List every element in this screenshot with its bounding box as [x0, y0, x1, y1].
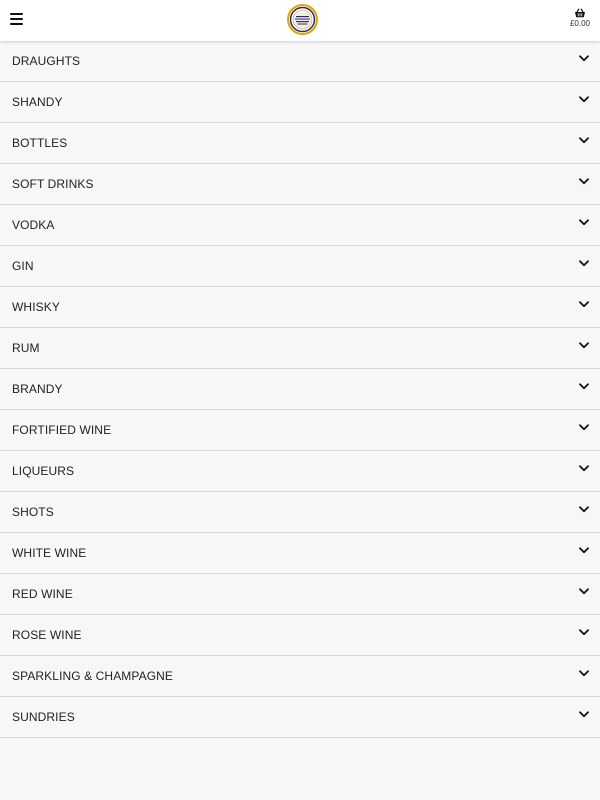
category-label: VODKA [12, 218, 55, 232]
category-label: SHOTS [12, 505, 54, 519]
category-label: RED WINE [12, 587, 73, 601]
category-label: SHANDY [12, 95, 63, 109]
chevron-down-icon [579, 96, 589, 103]
chevron-down-icon [579, 588, 589, 595]
category-label: BRANDY [12, 382, 63, 396]
category-label: LIQUEURS [12, 464, 75, 478]
chevron-down-icon [579, 301, 589, 308]
chevron-down-icon [579, 219, 589, 226]
basket-total: £0.00 [569, 19, 591, 28]
category-label: RUM [12, 341, 40, 355]
category-accordion-item[interactable]: SOFT DRINKS [0, 164, 600, 205]
category-accordion-item[interactable]: WHITE WINE [0, 533, 600, 574]
category-accordion-item[interactable]: BOTTLES [0, 123, 600, 164]
category-accordion-item[interactable]: LIQUEURS [0, 451, 600, 492]
chevron-down-icon [579, 178, 589, 185]
category-label: SPARKLING & CHAMPAGNE [12, 669, 174, 683]
chevron-down-icon [579, 383, 589, 390]
category-label: FORTIFIED WINE [12, 423, 112, 437]
category-accordion-item[interactable]: BRANDY [0, 369, 600, 410]
category-accordion-item[interactable]: SHANDY [0, 82, 600, 123]
shopping-basket-icon [575, 8, 585, 18]
category-label: DRAUGHTS [12, 54, 81, 68]
category-accordion-item[interactable]: WHISKY [0, 287, 600, 328]
category-accordion-item[interactable]: RED WINE [0, 574, 600, 615]
chevron-down-icon [579, 260, 589, 267]
top-header: £0.00 [0, 0, 600, 41]
chevron-down-icon [579, 137, 589, 144]
chevron-down-icon [579, 465, 589, 472]
hamburger-menu-icon[interactable] [10, 13, 23, 26]
category-list: DRAUGHTS SHANDY BOTTLES SOFT DRINKS VODKA GIN… [0, 41, 600, 738]
category-label: SOFT DRINKS [12, 177, 94, 191]
category-label: SUNDRIES [12, 710, 75, 724]
category-label: WHITE WINE [12, 546, 87, 560]
chevron-down-icon [579, 711, 589, 718]
chevron-down-icon [579, 547, 589, 554]
chevron-down-icon [579, 342, 589, 349]
category-accordion-item[interactable]: RUM [0, 328, 600, 369]
chevron-down-icon [579, 629, 589, 636]
category-accordion-item[interactable]: GIN [0, 246, 600, 287]
category-label: BOTTLES [12, 136, 68, 150]
category-label: ROSE WINE [12, 628, 82, 642]
chevron-down-icon [579, 670, 589, 677]
category-accordion-item[interactable]: SHOTS [0, 492, 600, 533]
category-label: WHISKY [12, 300, 60, 314]
category-accordion-item[interactable]: VODKA [0, 205, 600, 246]
category-accordion-item[interactable]: SUNDRIES [0, 697, 600, 738]
chevron-down-icon [579, 506, 589, 513]
category-accordion-item[interactable]: FORTIFIED WINE [0, 410, 600, 451]
category-label: GIN [12, 259, 34, 273]
category-accordion-item[interactable]: SPARKLING & CHAMPAGNE [0, 656, 600, 697]
category-accordion-item[interactable]: DRAUGHTS [0, 41, 600, 82]
basket-button[interactable]: £0.00 [568, 8, 592, 28]
chevron-down-icon [579, 424, 589, 431]
club-logo-icon[interactable] [287, 4, 318, 35]
chevron-down-icon [579, 55, 589, 62]
category-accordion-item[interactable]: ROSE WINE [0, 615, 600, 656]
